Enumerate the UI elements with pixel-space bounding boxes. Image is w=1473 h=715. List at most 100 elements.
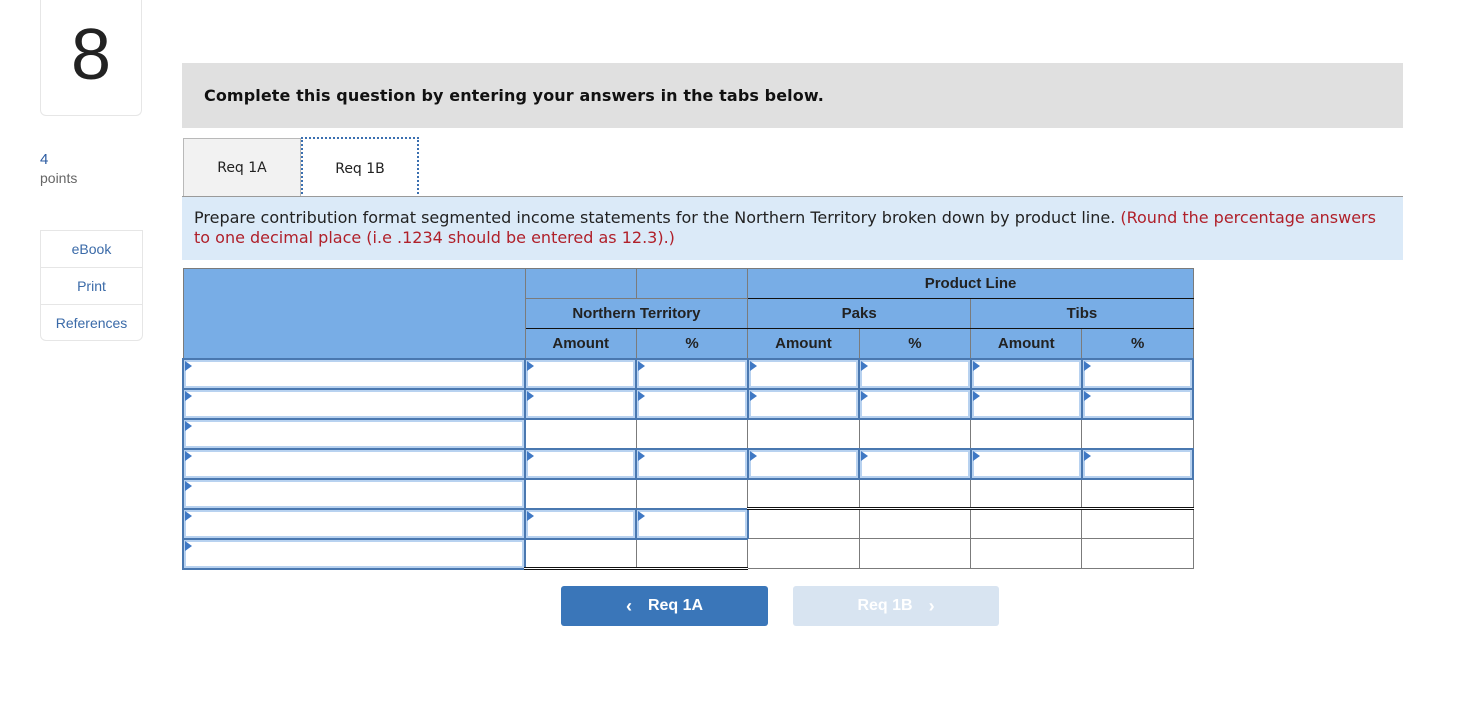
paks-header: Paks [747, 298, 972, 329]
print-link[interactable]: Print [41, 268, 142, 305]
table-cell [858, 477, 972, 510]
input-field[interactable] [184, 449, 524, 478]
dropdown-flag-icon [185, 390, 192, 401]
input-field[interactable] [748, 449, 859, 478]
tibs-amount-input[interactable] [969, 357, 1083, 390]
table-cell [970, 417, 1083, 449]
row-label-input[interactable] [182, 447, 526, 480]
table-cell [858, 417, 972, 449]
table-row [182, 387, 1195, 420]
banner-text: Complete this question by entering your … [204, 86, 824, 105]
table-cell [635, 477, 749, 509]
input-field[interactable] [748, 389, 859, 418]
input-field[interactable] [860, 389, 970, 418]
table-cell [747, 417, 860, 449]
row-label-input[interactable] [182, 387, 526, 420]
paks-percent-input[interactable] [858, 387, 972, 420]
input-field[interactable] [184, 359, 524, 388]
input-field[interactable] [971, 449, 1081, 478]
row-label-input[interactable] [182, 477, 526, 510]
nt-percent-input[interactable] [635, 387, 749, 420]
input-field[interactable] [637, 509, 747, 538]
nt-amount-input[interactable] [523, 357, 638, 390]
next-req-button[interactable]: Req 1B › [793, 586, 999, 626]
references-link[interactable]: References [41, 305, 142, 340]
table-cell [970, 508, 1083, 539]
paks-percent-input[interactable] [858, 447, 972, 480]
input-field[interactable] [526, 509, 636, 538]
input-field[interactable] [184, 509, 524, 538]
nt-amount-input[interactable] [523, 447, 638, 480]
input-field[interactable] [860, 359, 970, 388]
tibs-percent-input[interactable] [1080, 447, 1195, 480]
table-cell [970, 538, 1083, 569]
row-label-input[interactable] [182, 417, 526, 450]
label-column-header [182, 268, 526, 359]
requirement-instructions: Prepare contribution format segmented in… [182, 197, 1403, 260]
row-label-input[interactable] [182, 507, 526, 540]
table-cell [747, 538, 860, 569]
nt-amount-header: Amount [524, 328, 637, 359]
tibs-amount-input[interactable] [969, 447, 1083, 480]
input-field[interactable] [637, 359, 747, 388]
table-row [182, 507, 1194, 540]
input-flag-icon [527, 360, 534, 371]
nt-percent-input[interactable] [635, 507, 749, 540]
input-field[interactable] [526, 389, 636, 418]
table-cell [1081, 477, 1194, 510]
input-field[interactable] [1082, 389, 1193, 418]
paks-percent-input[interactable] [858, 357, 972, 390]
question-number: 8 [70, 14, 112, 95]
dropdown-flag-icon [185, 420, 192, 431]
table-cell [524, 417, 637, 449]
input-flag-icon [1083, 450, 1091, 461]
row-label-input[interactable] [182, 537, 526, 570]
input-field[interactable] [860, 449, 970, 478]
input-field[interactable] [1082, 449, 1193, 478]
input-field[interactable] [748, 359, 859, 388]
table-row [182, 537, 1194, 570]
instructions-banner: Complete this question by entering your … [182, 63, 1403, 128]
paks-amount-input[interactable] [746, 447, 861, 480]
instructions-text: Prepare contribution format segmented in… [194, 208, 1116, 227]
input-field[interactable] [526, 449, 636, 478]
tibs-percent-input[interactable] [1080, 357, 1195, 390]
blank-header-cell [524, 268, 637, 299]
paks-amount-input[interactable] [746, 387, 861, 420]
table-cell [524, 537, 637, 570]
dropdown-flag-icon [185, 360, 192, 371]
tibs-header: Tibs [970, 298, 1194, 329]
input-field[interactable] [526, 359, 636, 388]
question-number-box: 8 [40, 0, 142, 116]
input-field[interactable] [184, 419, 524, 448]
input-field[interactable] [1082, 359, 1193, 388]
tibs-amount-header: Amount [970, 328, 1083, 359]
chevron-left-icon: ‹ [625, 595, 632, 616]
table-row [182, 447, 1195, 480]
input-flag-icon [638, 510, 646, 521]
tibs-amount-input[interactable] [969, 387, 1083, 420]
table-row [182, 477, 1194, 510]
tab-req-1a[interactable]: Req 1A [183, 138, 301, 197]
prev-req-button[interactable]: ‹ Req 1A [561, 586, 768, 626]
ebook-link[interactable]: eBook [41, 231, 142, 268]
tab-req-1b[interactable]: Req 1B [301, 137, 419, 198]
nt-percent-input[interactable] [635, 357, 749, 390]
input-flag-icon [638, 390, 646, 401]
input-field[interactable] [184, 539, 524, 568]
input-flag-icon [527, 450, 534, 461]
nt-percent-input[interactable] [635, 447, 749, 480]
tibs-percent-input[interactable] [1080, 387, 1195, 420]
input-field[interactable] [637, 389, 747, 418]
input-field[interactable] [971, 389, 1081, 418]
input-field[interactable] [637, 449, 747, 478]
input-field[interactable] [971, 359, 1081, 388]
nt-amount-input[interactable] [523, 507, 638, 540]
input-field[interactable] [184, 479, 524, 508]
paks-amount-input[interactable] [746, 357, 861, 390]
resource-links: eBook Print References [40, 230, 143, 341]
paks-percent-header: % [858, 328, 972, 359]
nt-amount-input[interactable] [523, 387, 638, 420]
row-label-input[interactable] [182, 357, 526, 390]
input-field[interactable] [184, 389, 524, 418]
